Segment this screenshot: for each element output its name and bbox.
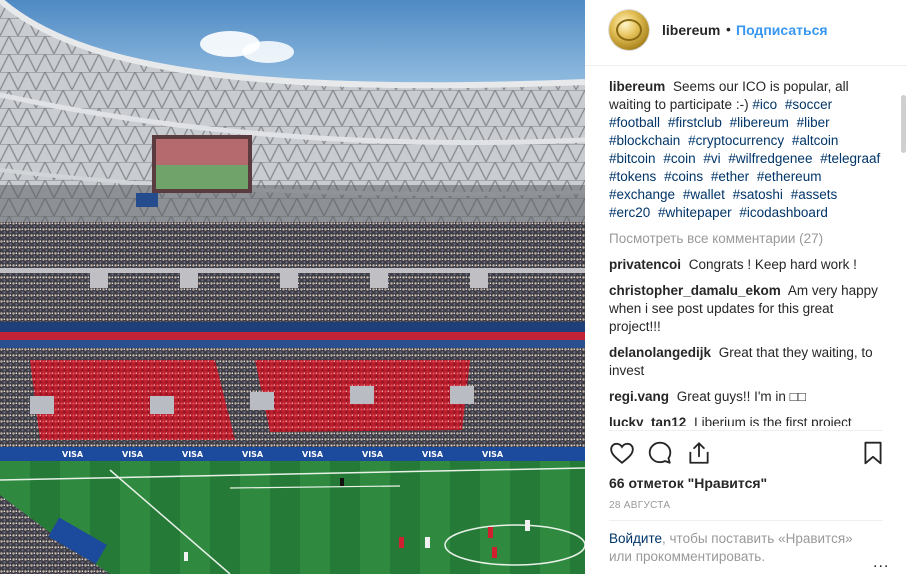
hashtag-link[interactable]: #wallet: [683, 187, 725, 202]
hashtag-link[interactable]: #cryptocurrency: [688, 133, 784, 148]
comments-scrollbar[interactable]: [901, 95, 906, 153]
hashtag-link[interactable]: #vi: [703, 151, 720, 166]
hashtag-link[interactable]: #wilfredgenee: [728, 151, 812, 166]
comment-text: Liberium is the first project: [694, 415, 852, 426]
svg-text:VISA: VISA: [362, 450, 384, 459]
hashtag-link[interactable]: #bitcoin: [609, 151, 656, 166]
speech-bubble-icon[interactable]: [647, 440, 673, 466]
svg-text:VISA: VISA: [62, 450, 84, 459]
caption-username[interactable]: libereum: [609, 79, 665, 94]
post-header: libereum • Подписаться: [585, 0, 907, 66]
svg-text:VISA: VISA: [482, 450, 504, 459]
comment-text: Great guys!! I'm in □□: [676, 389, 806, 404]
svg-text:VISA: VISA: [302, 450, 324, 459]
post-date[interactable]: 28 АВГУСТА: [609, 500, 670, 511]
hashtag-link[interactable]: #libereum: [730, 115, 789, 130]
login-prompt: Войдите, чтобы поставить «Нравится» или …: [609, 530, 879, 566]
hashtag-link[interactable]: #whitepaper: [658, 205, 732, 220]
bookmark-icon[interactable]: [860, 440, 886, 466]
hashtag-link[interactable]: #blockchain: [609, 133, 680, 148]
comment-username[interactable]: christopher_damalu_ekom: [609, 283, 781, 298]
view-all-comments-link[interactable]: Посмотреть все комментарии (27): [609, 230, 885, 248]
action-bar: [609, 440, 885, 468]
likes-label: "Нравится": [687, 475, 768, 491]
hashtag-link[interactable]: #ico: [752, 97, 777, 112]
comment-text: Congrats ! Keep hard work !: [688, 257, 857, 272]
heart-icon[interactable]: [609, 440, 635, 466]
comment-username[interactable]: regi.vang: [609, 389, 669, 404]
hashtag-link[interactable]: #coin: [663, 151, 695, 166]
hashtag-link[interactable]: #football: [609, 115, 660, 130]
comment-item: christopher_damalu_ekom Am very happy wh…: [609, 282, 885, 336]
hashtag-link[interactable]: #ethereum: [757, 169, 822, 184]
svg-text:VISA: VISA: [182, 450, 204, 459]
comment-item: lucky_tan12 Liberium is the first projec…: [609, 414, 885, 426]
post-photo[interactable]: VISA VISA VISA VISA VISA VISA VISA VISA: [0, 0, 585, 574]
svg-text:VISA: VISA: [242, 450, 264, 459]
stadium-photo: VISA VISA VISA VISA VISA VISA VISA VISA: [0, 0, 585, 574]
avatar[interactable]: [609, 10, 649, 50]
header-username[interactable]: libereum: [662, 22, 720, 38]
hashtag-link[interactable]: #firstclub: [668, 115, 722, 130]
login-link[interactable]: Войдите: [609, 531, 662, 546]
caption: libereum Seems our ICO is popular, all w…: [609, 78, 885, 222]
hashtag-link[interactable]: #erc20: [609, 205, 650, 220]
hashtag-link[interactable]: #liber: [797, 115, 830, 130]
hashtag-link[interactable]: #icodashboard: [739, 205, 828, 220]
svg-text:VISA: VISA: [422, 450, 444, 459]
likes-count[interactable]: 66 отметок "Нравится": [609, 475, 767, 491]
hashtag-link[interactable]: #altcoin: [792, 133, 839, 148]
divider: [609, 520, 883, 521]
follow-button[interactable]: Подписаться: [736, 22, 828, 38]
more-options-button[interactable]: ...: [873, 554, 889, 572]
divider: [609, 430, 883, 431]
hashtag-link[interactable]: #tokens: [609, 169, 656, 184]
hashtag-link[interactable]: #coins: [664, 169, 703, 184]
comments-list: libereum Seems our ICO is popular, all w…: [609, 78, 885, 426]
hashtag-link[interactable]: #satoshi: [733, 187, 783, 202]
svg-text:VISA: VISA: [122, 450, 144, 459]
hashtag-link[interactable]: #soccer: [785, 97, 832, 112]
comment-username[interactable]: delanolangedijk: [609, 345, 711, 360]
header-separator: •: [726, 21, 731, 37]
hashtag-link[interactable]: #ether: [711, 169, 749, 184]
hashtag-link[interactable]: #exchange: [609, 187, 675, 202]
likes-number: 66 отметок: [609, 475, 684, 491]
comment-item: privatencoi Congrats ! Keep hard work !: [609, 256, 885, 274]
comment-username[interactable]: lucky_tan12: [609, 415, 686, 426]
hashtag-link[interactable]: #telegraaf: [820, 151, 880, 166]
share-icon[interactable]: [686, 440, 712, 466]
hashtag-link[interactable]: #assets: [791, 187, 838, 202]
comment-item: delanolangedijk Great that they waiting,…: [609, 344, 885, 380]
comment-username[interactable]: privatencoi: [609, 257, 681, 272]
post-panel: libereum • Подписаться libereum Seems ou…: [585, 0, 907, 574]
caption-hashtags: #ico #soccer #football #firstclub #liber…: [609, 97, 884, 220]
comment-item: regi.vang Great guys!! I'm in □□: [609, 388, 885, 406]
